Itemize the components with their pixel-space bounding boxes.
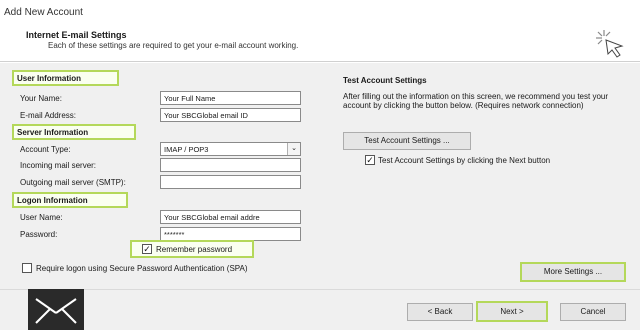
chevron-down-icon[interactable]: ⌄ [287, 143, 300, 155]
password-label: Password: [20, 230, 58, 239]
server-info-heading: Server Information [12, 124, 136, 140]
outgoing-server-label: Outgoing mail server (SMTP): [20, 178, 126, 187]
back-button[interactable]: < Back [407, 303, 473, 321]
your-name-field[interactable]: Your Full Name [160, 91, 301, 105]
remember-password-group[interactable]: ✓ Remember password [130, 240, 254, 258]
test-settings-description: After filling out the information on thi… [343, 92, 609, 110]
more-settings-button[interactable]: More Settings ... [520, 262, 626, 282]
user-info-heading: User Information [12, 70, 119, 86]
test-on-next-label: Test Account Settings by clicking the Ne… [378, 156, 551, 165]
username-field[interactable]: Your SBCGlobal email addre [160, 210, 301, 224]
test-settings-heading: Test Account Settings [343, 76, 427, 85]
wizard-header: Internet E-mail Settings Each of these s… [0, 24, 640, 62]
spa-checkbox[interactable] [22, 263, 32, 273]
your-name-label: Your Name: [20, 94, 62, 103]
outgoing-server-field[interactable] [160, 175, 301, 189]
header-subtitle: Each of these settings are required to g… [48, 41, 299, 50]
logon-info-heading: Logon Information [12, 192, 128, 208]
account-type-select[interactable]: IMAP / POP3 ⌄ [160, 142, 301, 156]
incoming-server-label: Incoming mail server: [20, 161, 97, 170]
spa-label: Require logon using Secure Password Auth… [36, 264, 248, 273]
remember-password-label: Remember password [156, 245, 233, 254]
password-field[interactable]: ******* [160, 227, 301, 241]
test-on-next-checkbox[interactable]: ✓ [365, 155, 375, 165]
test-account-settings-button[interactable]: Test Account Settings ... [343, 132, 471, 150]
username-label: User Name: [20, 213, 63, 222]
window-title: Add New Account [4, 7, 83, 18]
header-title: Internet E-mail Settings [26, 30, 127, 40]
account-type-label: Account Type: [20, 145, 71, 154]
email-address-field[interactable]: Your SBCGlobal email ID [160, 108, 301, 122]
sparkle-cursor-icon [596, 30, 624, 58]
cancel-button[interactable]: Cancel [560, 303, 626, 321]
email-address-label: E-mail Address: [20, 111, 77, 120]
next-button[interactable]: Next > [476, 301, 548, 322]
remember-password-checkbox[interactable]: ✓ [142, 244, 152, 254]
account-type-value: IMAP / POP3 [164, 145, 209, 154]
incoming-server-field[interactable] [160, 158, 301, 172]
envelope-icon [28, 289, 84, 330]
title-bar: Add New Account [0, 0, 640, 24]
